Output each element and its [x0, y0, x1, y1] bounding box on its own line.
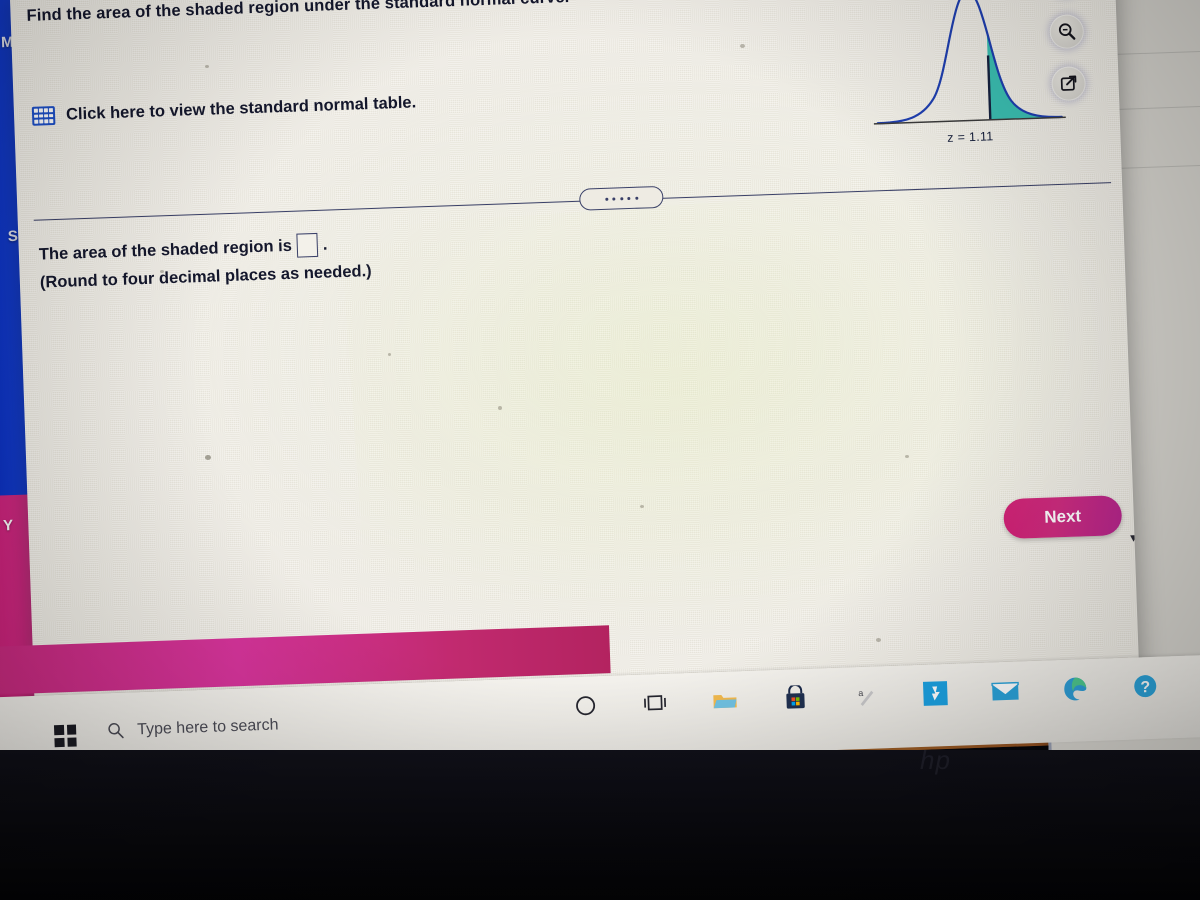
- normal-curve-svg: [873, 0, 1066, 125]
- windows-start-icon[interactable]: [53, 724, 77, 748]
- open-external-button[interactable]: [1051, 66, 1087, 102]
- monitor-photo: r the stan n? r the sta s-and-ans nder t…: [0, 0, 1200, 900]
- figure-tool-buttons: [1047, 0, 1087, 102]
- svg-text:a: a: [858, 688, 863, 698]
- shaded-tail-region: [984, 0, 1062, 120]
- zoom-out-button[interactable]: [1049, 14, 1085, 50]
- normal-curve-figure: z = 1.11: [865, 0, 1071, 159]
- dust-speck: [640, 505, 644, 508]
- next-button[interactable]: Next: [1003, 495, 1123, 540]
- file-explorer-icon[interactable]: [710, 685, 741, 716]
- answer-period: .: [322, 235, 328, 254]
- answer-input[interactable]: [296, 232, 319, 258]
- search-placeholder-text: Type here to search: [136, 715, 279, 738]
- edge-browser-icon[interactable]: [1060, 673, 1091, 704]
- normal-curve-path: [876, 0, 1063, 125]
- pink-sliver-fragment: Y: [2, 517, 14, 535]
- standard-normal-table-link[interactable]: Click here to view the standard normal t…: [31, 93, 417, 126]
- dust-speck: [498, 406, 502, 410]
- dust-speck: [388, 353, 391, 356]
- dust-speck: [205, 455, 211, 460]
- cortana-circle-icon[interactable]: [570, 690, 601, 721]
- search-magnifier-icon: [108, 723, 124, 739]
- answer-prompt-text: The area of the shaded region is: [38, 236, 293, 264]
- open-in-new-window-icon: [1060, 75, 1077, 91]
- dust-speck: [205, 65, 209, 68]
- question-prompt: Find the area of the shaded region under…: [26, 0, 570, 25]
- table-link-label[interactable]: Click here to view the standard normal t…: [66, 93, 417, 124]
- divider-line: [33, 182, 1112, 221]
- help-question-icon[interactable]: ?: [1130, 671, 1161, 702]
- monitor-bezel-bottom: [0, 750, 1200, 900]
- pen-workspace-icon[interactable]: a: [850, 680, 881, 711]
- mail-icon[interactable]: [990, 676, 1021, 707]
- mymathlab-question-window: Find the area of the shaded region under…: [9, 0, 1140, 720]
- monitor-brand-logo: hp: [920, 745, 951, 775]
- dust-speck: [905, 455, 909, 458]
- expand-dots-button[interactable]: [578, 185, 664, 211]
- zoom-out-magnifier-icon: [1058, 23, 1076, 40]
- dust-speck: [740, 44, 745, 48]
- dust-speck: [876, 638, 881, 642]
- microsoft-store-icon[interactable]: [780, 683, 811, 714]
- svg-text:?: ?: [1140, 679, 1150, 696]
- table-grid-icon[interactable]: [31, 106, 56, 126]
- taskbar-search-box[interactable]: Type here to search: [106, 715, 279, 740]
- dust-speck: [160, 270, 164, 273]
- answer-block: The area of the shaded region is . (Roun…: [39, 220, 680, 292]
- task-view-icon[interactable]: [640, 688, 671, 719]
- skype-icon[interactable]: [920, 678, 951, 709]
- taskbar-icon-group: a ?: [570, 671, 1161, 722]
